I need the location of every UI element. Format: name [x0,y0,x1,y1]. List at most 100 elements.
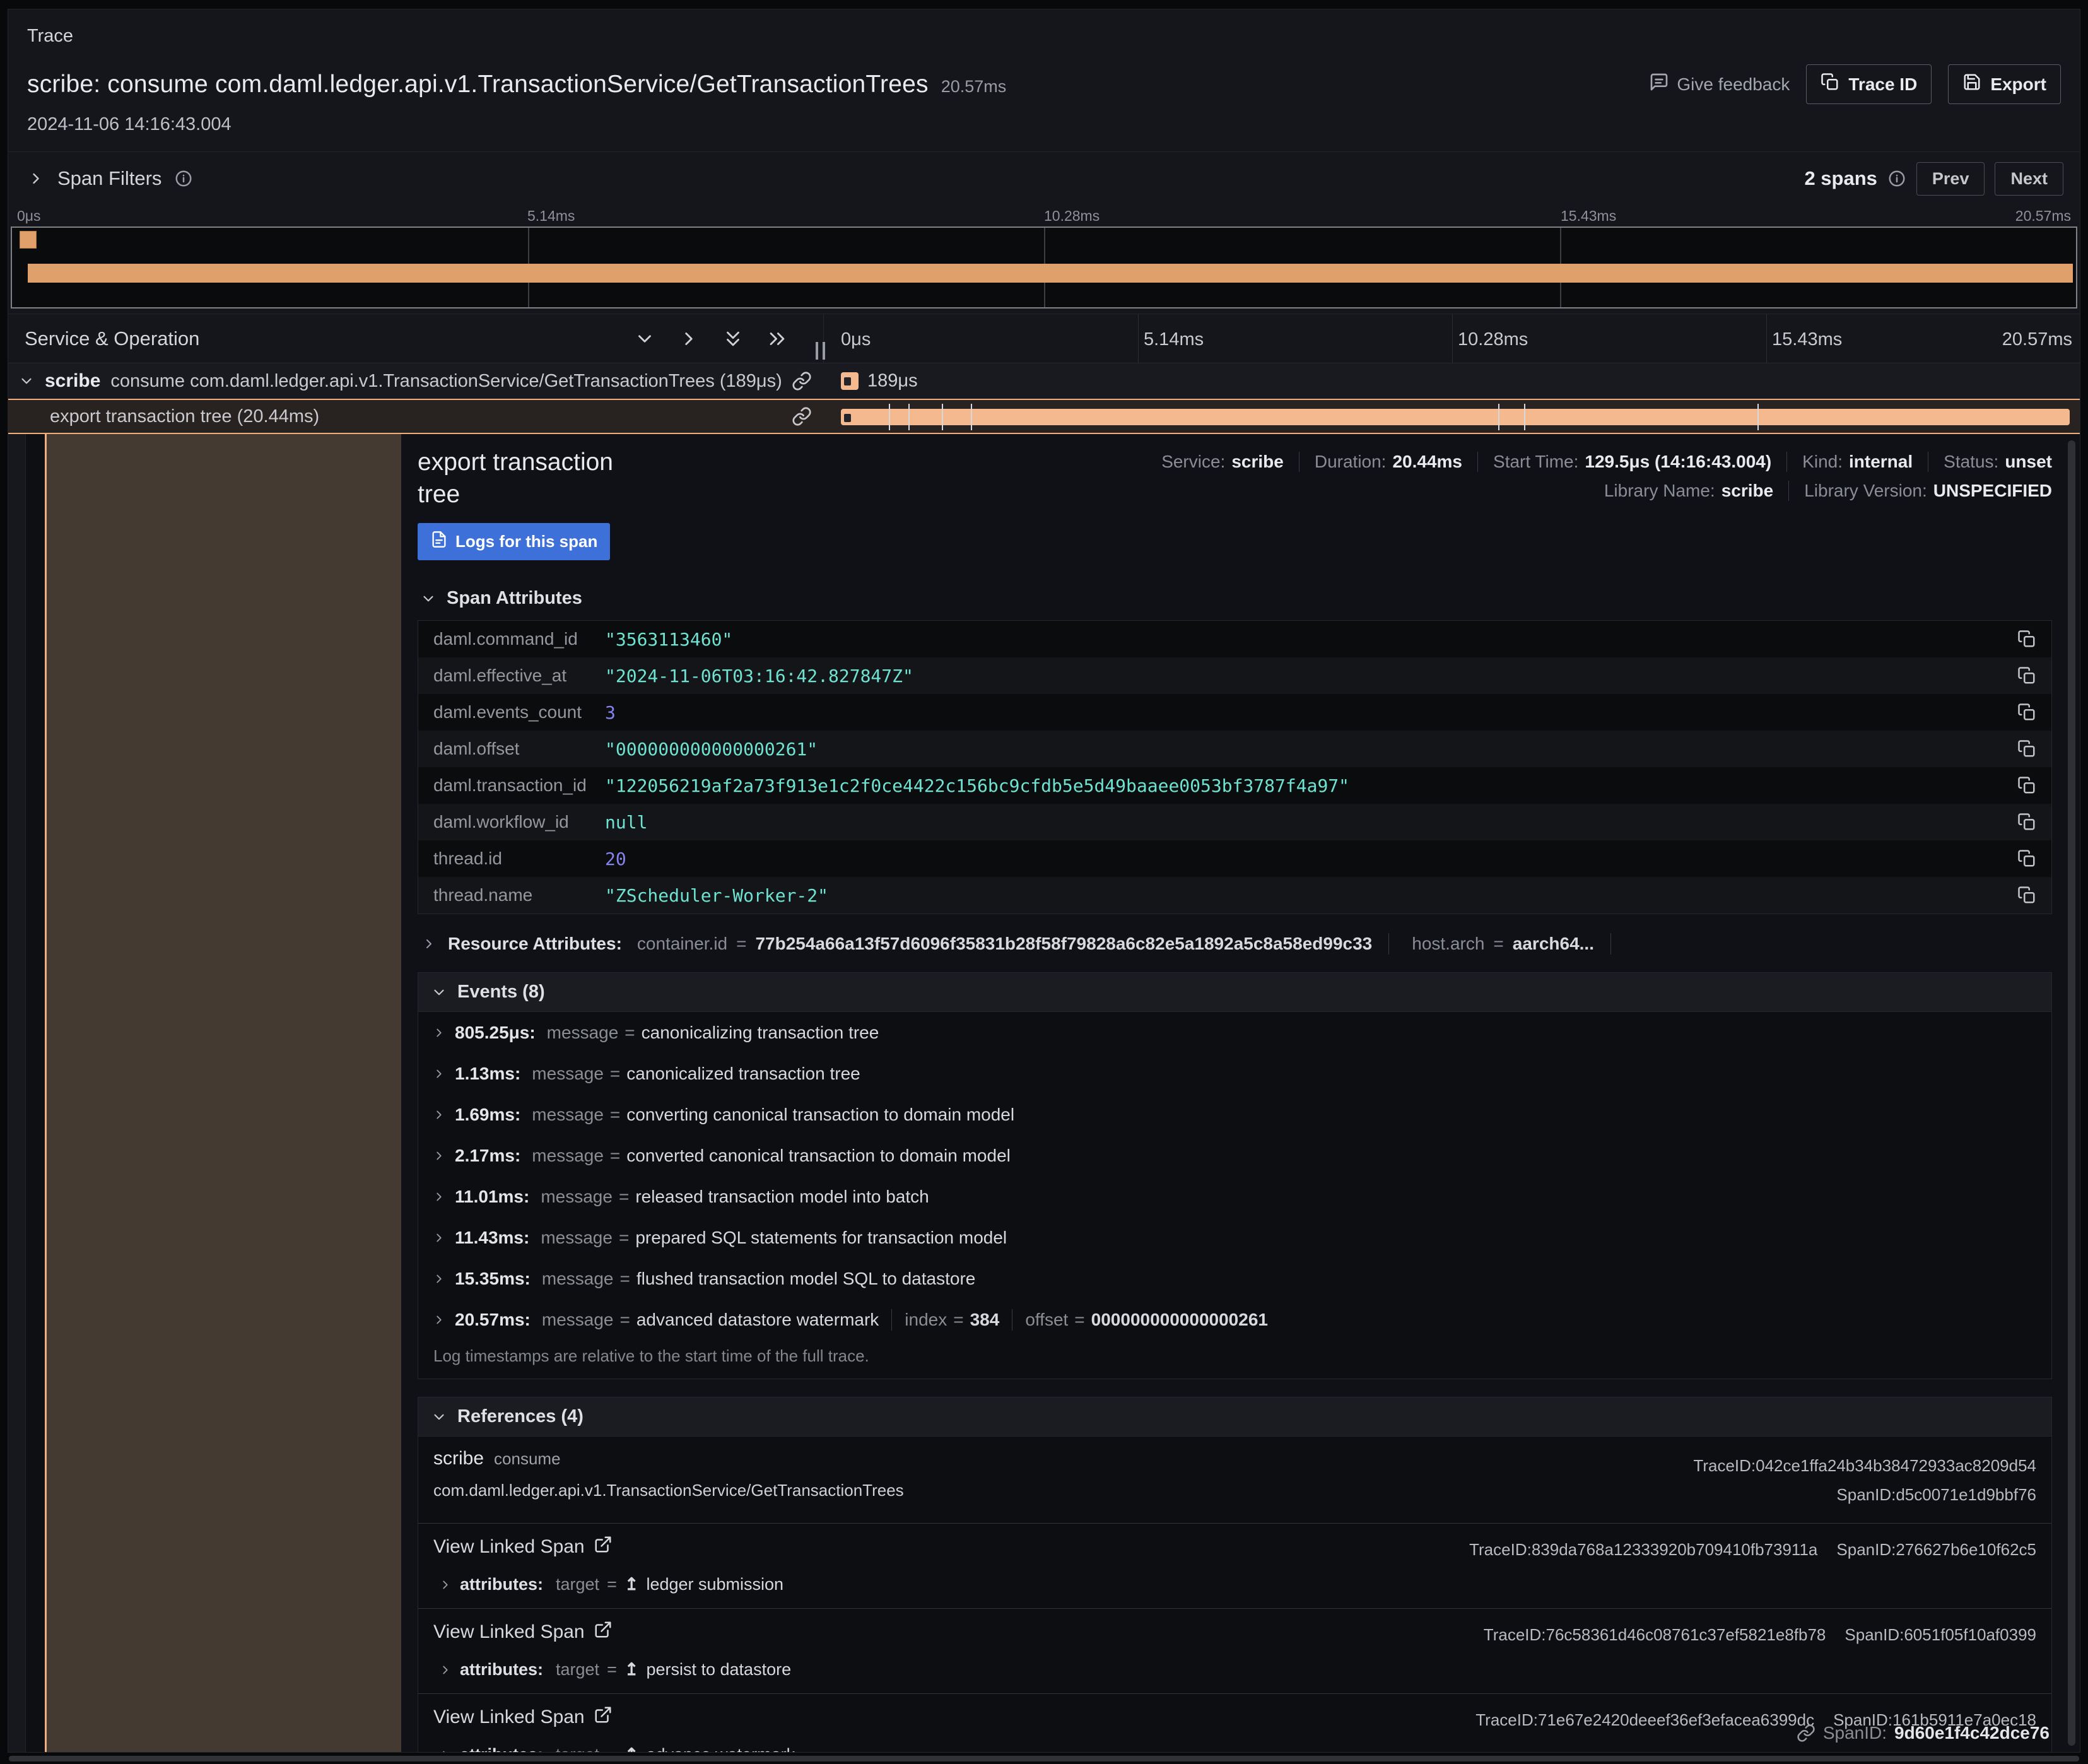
event-index-value: 384 [970,1310,1000,1330]
event-row[interactable]: 11.01ms:message=released transaction mod… [418,1176,2051,1217]
chevron-down-icon [420,591,437,607]
reference-attributes-toggle[interactable]: attributes: target = ↥ persist to datast… [433,1660,2036,1679]
event-time: 2.17ms: [455,1146,520,1166]
tree-header-row: Service & Operation 0μs 5.14ms 10.28ms 1… [8,314,2080,363]
attribute-key: daml.command_id [433,629,605,649]
copy-icon[interactable] [2017,703,2036,722]
trace-timestamp: 2024-11-06 14:16:43.004 [27,114,2080,135]
equals-sign: = [610,1064,620,1084]
event-row[interactable]: 1.13ms:message=canonicalized transaction… [418,1053,2051,1094]
span-id-label: SpanID: [1823,1723,1887,1743]
view-linked-span-link[interactable]: View Linked Span [433,1535,613,1559]
span-attributes-title: Span Attributes [447,588,582,609]
span-detail-title: export transaction tree [418,447,632,510]
attribute-row: daml.events_count3 [418,694,2051,731]
attribute-row: daml.workflow_idnull [418,804,2051,840]
resource-attributes-row[interactable]: Resource Attributes: container.id = 77b2… [418,933,2052,955]
logs-button-label: Logs for this span [455,532,597,551]
chevron-right-icon [432,1149,446,1163]
timeline-tick: 0μs [841,329,871,350]
timeline-axis: 0μs 5.14ms 10.28ms 15.43ms 20.57ms [823,314,2080,363]
event-tick [908,404,910,430]
export-label: Export [1990,74,2046,95]
event-time: 1.69ms: [455,1105,520,1125]
copy-icon[interactable] [2017,630,2036,649]
span-bar-track: 189μs [823,363,2080,399]
references-list: scribe consume com.daml.ledger.api.v1.Tr… [418,1436,2052,1752]
event-row[interactable]: 2.17ms:message=converted canonical trans… [418,1135,2051,1176]
span-operation: export transaction tree (20.44ms) [50,406,319,427]
meta-value: scribe [1231,452,1284,472]
collapse-all-icon[interactable] [722,328,744,350]
span-row-export[interactable]: export transaction tree (20.44ms) [8,399,2080,434]
equals-sign: = [607,1745,617,1752]
span-filters-toggle[interactable]: Span Filters [27,167,193,190]
event-row[interactable]: 11.43ms:message=prepared SQL statements … [418,1217,2051,1258]
target-type-icon: ↥ [625,1745,639,1752]
trace-id-button[interactable]: Trace ID [1806,64,1932,104]
attribute-value: "ZScheduler-Worker-2" [605,885,828,906]
give-feedback-link[interactable]: Give feedback [1649,72,1790,97]
equals-sign: = [620,1269,630,1289]
reference-trace-id: TraceID:71e67e2420deeef36ef3efacea6399dc [1475,1710,1814,1730]
export-button[interactable]: Export [1948,64,2061,104]
chevron-right-icon [432,1272,446,1286]
chevron-right-icon [432,1231,446,1245]
trace-minimap[interactable] [11,226,2077,309]
copy-icon[interactable] [2017,739,2036,758]
attribute-value: 20 [605,849,626,869]
event-message: flushed transaction model SQL to datasto… [636,1269,976,1289]
link-icon [1797,1724,1815,1743]
reference-span-id: SpanID:276627b6e10f62c5 [1836,1540,2036,1560]
span-bar[interactable] [841,409,2070,425]
event-key: message [532,1146,604,1166]
copy-icon[interactable] [2017,666,2036,685]
prev-span-button[interactable]: Prev [1916,162,1985,196]
span-attributes-header[interactable]: Span Attributes [418,588,2052,609]
span-detail-backdrop [8,434,401,1752]
chevron-down-icon[interactable] [18,373,35,389]
column-resize-handle[interactable] [816,342,825,360]
event-row[interactable]: 20.57ms: message = advanced datastore wa… [418,1299,2051,1340]
copy-icon[interactable] [2017,776,2036,795]
span-bar[interactable] [841,372,859,390]
vertical-scrollbar[interactable] [2068,440,2075,1746]
event-row[interactable]: 805.25μs:message=canonicalizing transact… [418,1012,2051,1053]
chevron-right-icon [438,1663,452,1677]
copy-icon[interactable] [2017,849,2036,868]
copy-icon[interactable] [2017,886,2036,905]
attributes-label: attributes: [460,1745,543,1752]
event-row[interactable]: 15.35ms:message=flushed transaction mode… [418,1258,2051,1299]
event-key: message [542,1310,614,1330]
reference-attributes-toggle[interactable]: attributes: target = ↥ ledger submission [433,1575,2036,1594]
attribute-key: daml.workflow_id [433,812,605,832]
expand-all-icon[interactable] [766,328,788,350]
next-span-button[interactable]: Next [1995,162,2063,196]
info-icon[interactable] [174,169,193,188]
give-feedback-label: Give feedback [1677,74,1790,95]
expand-one-icon[interactable] [678,328,700,350]
link-icon[interactable] [792,406,812,426]
horizontal-scrollbar[interactable] [9,1756,2079,1761]
view-linked-span-link[interactable]: View Linked Span [433,1620,613,1644]
info-icon[interactable] [1887,169,1906,188]
logs-for-span-button[interactable]: Logs for this span [418,523,610,560]
equals-sign: = [1074,1310,1084,1330]
span-operation: consume com.daml.ledger.api.v1.Transacti… [110,371,782,392]
span-meta: Service:scribe Duration:20.44ms Start Ti… [1161,452,2052,501]
chevron-right-icon [432,1108,446,1122]
copy-icon[interactable] [2017,813,2036,832]
references-section-header[interactable]: References (4) [418,1397,2052,1436]
reference-attributes-toggle[interactable]: attributes: target = ↥ advance watermark [433,1745,2036,1752]
event-time: 15.35ms: [455,1269,531,1289]
events-section-header[interactable]: Events (8) [418,972,2052,1011]
view-linked-span-link[interactable]: View Linked Span [433,1705,613,1729]
minimap-tick: 5.14ms [527,208,575,225]
event-tick [1757,404,1759,430]
link-icon[interactable] [792,371,812,391]
trace-waterfall: Service & Operation 0μs 5.14ms 10.28ms 1… [8,314,2080,1752]
trace-view-app: Trace scribe: consume com.daml.ledger.ap… [0,0,2088,1764]
span-row-consume[interactable]: scribe consume com.daml.ledger.api.v1.Tr… [8,363,2080,399]
event-row[interactable]: 1.69ms:message=converting canonical tran… [418,1094,2051,1135]
collapse-one-icon[interactable] [634,328,655,350]
